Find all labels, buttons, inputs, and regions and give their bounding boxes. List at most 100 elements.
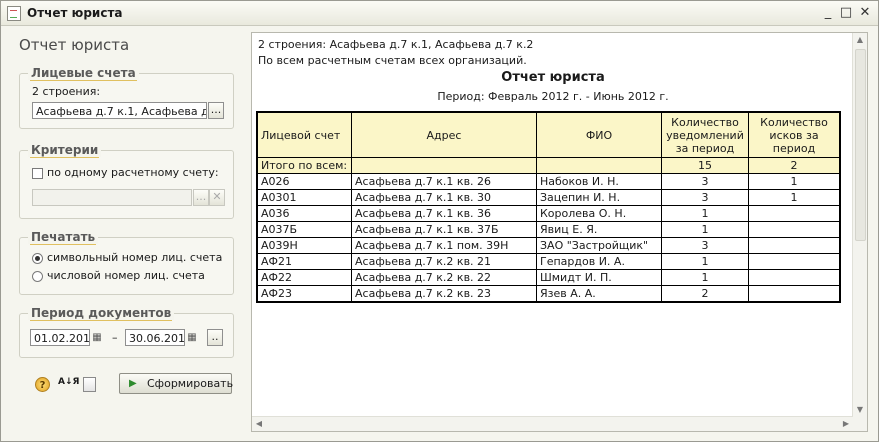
- name-cell: Шмидт И. П.: [536, 269, 662, 286]
- accounts-group: Лицевые счета 2 строения: Асафьева д.7 к…: [19, 66, 234, 129]
- criteria-group: Критерии по одному расчетному счету: ...…: [19, 143, 234, 219]
- suits-cell: 1: [748, 189, 841, 206]
- report-app-icon: [7, 6, 21, 21]
- total-suits: 2: [748, 157, 841, 174]
- scroll-down-icon[interactable]: ▼: [853, 403, 867, 417]
- accounts-select-button[interactable]: ...: [208, 102, 224, 119]
- table-body: А026 Асафьева д.7 к.1 кв. 26 Набоков И. Н.…: [256, 173, 841, 303]
- suits-cell: [748, 269, 841, 286]
- table-row: АФ21 Асафьева д.7 к.2 кв. 21 Гепардов И. А…: [256, 253, 841, 270]
- account-cell: АФ23: [256, 285, 352, 303]
- play-icon: ▶: [129, 378, 137, 389]
- date-from-calendar-icon[interactable]: ▦: [90, 329, 104, 346]
- accounts-field[interactable]: Асафьева д.7 к.1, Асафьева д.7 к: [32, 102, 207, 119]
- address-cell: Асафьева д.7 к.2 кв. 23: [351, 285, 537, 303]
- table-row: АФ22 Асафьева д.7 к.2 кв. 22 Шмидт И. П. 1: [256, 269, 841, 286]
- address-cell: Асафьева д.7 к.2 кв. 22: [351, 269, 537, 286]
- notices-cell: 3: [661, 173, 749, 190]
- address-cell: Асафьева д.7 к.1 кв. 37Б: [351, 221, 537, 238]
- close-button[interactable]: ✕: [856, 4, 874, 21]
- address-cell: Асафьева д.7 к.1 пом. 39Н: [351, 237, 537, 254]
- notices-cell: 1: [661, 269, 749, 286]
- notices-cell: 3: [661, 237, 749, 254]
- horizontal-scrollbar[interactable]: ◀ ▶: [252, 416, 853, 431]
- account-cell: А037Б: [256, 221, 352, 238]
- total-empty-cell: [351, 157, 537, 174]
- window: Отчет юриста _ □ ✕ Отчет юриста Лицевые …: [0, 0, 879, 442]
- minimize-button[interactable]: _: [819, 4, 837, 21]
- total-row: Итого по всем: 15 2: [256, 157, 841, 174]
- table-row: А039Н Асафьева д.7 к.1 пом. 39Н ЗАО "Застр…: [256, 237, 841, 254]
- maximize-button[interactable]: □: [837, 4, 855, 21]
- table-header-row: Лицевой счет Адрес ФИО Количество уведом…: [256, 111, 841, 158]
- header-suits: Количество исков за период: [748, 111, 841, 158]
- accounts-legend: Лицевые счета: [28, 66, 139, 81]
- name-cell: Явиц Е. Я.: [536, 221, 662, 238]
- period-group: Период документов 01.02.2012 ▦ – 30.06.2…: [19, 306, 234, 358]
- report-period: Период: Февраль 2012 г. - Июнь 2012 г.: [437, 90, 669, 103]
- name-cell: Зацепин И. Н.: [536, 189, 662, 206]
- document-icon[interactable]: [83, 377, 96, 392]
- table-row: А036 Асафьева д.7 к.1 кв. 36 Королева О. Н…: [256, 205, 841, 222]
- notices-cell: 1: [661, 253, 749, 270]
- date-to-calendar-icon[interactable]: ▦: [185, 329, 199, 346]
- address-cell: Асафьева д.7 к.1 кв. 30: [351, 189, 537, 206]
- numeric-number-radio[interactable]: [32, 271, 43, 282]
- vertical-scrollbar[interactable]: ▲ ▼: [852, 33, 867, 417]
- print-legend: Печатать: [28, 230, 99, 245]
- single-account-checkbox[interactable]: [32, 168, 43, 179]
- notices-cell: 3: [661, 189, 749, 206]
- report-table: Лицевой счет Адрес ФИО Количество уведом…: [256, 111, 841, 303]
- suits-cell: [748, 237, 841, 254]
- account-cell: АФ22: [256, 269, 352, 286]
- notices-cell: 1: [661, 221, 749, 238]
- report-area: 2 строения: Асафьева д.7 к.1, Асафьева д…: [251, 32, 868, 432]
- account-select-button[interactable]: ...: [193, 189, 209, 206]
- name-cell: Гепардов И. А.: [536, 253, 662, 270]
- vertical-scroll-thumb[interactable]: [855, 49, 866, 241]
- account-cell: А036: [256, 205, 352, 222]
- help-icon[interactable]: ?: [35, 377, 50, 392]
- scroll-right-icon[interactable]: ▶: [839, 417, 853, 431]
- account-cell: А0301: [256, 189, 352, 206]
- period-select-button[interactable]: ..: [207, 329, 223, 346]
- symbolic-number-radio[interactable]: [32, 253, 43, 264]
- suits-cell: [748, 253, 841, 270]
- sort-icon[interactable]: А↓Я: [58, 377, 79, 387]
- table-row: А037Б Асафьева д.7 к.1 кв. 37Б Явиц Е. Я. 1: [256, 221, 841, 238]
- scroll-up-icon[interactable]: ▲: [853, 33, 867, 47]
- single-account-label: по одному расчетному счету:: [47, 166, 219, 179]
- generate-label: Сформировать: [147, 377, 234, 390]
- suits-cell: [748, 285, 841, 303]
- account-cell: АФ21: [256, 253, 352, 270]
- date-to-field[interactable]: 30.06.2012: [125, 329, 185, 346]
- account-cell: А039Н: [256, 237, 352, 254]
- table-row: АФ23 Асафьева д.7 к.2 кв. 23 Язев А. А. 2: [256, 285, 841, 303]
- account-field[interactable]: [32, 189, 192, 206]
- generate-button[interactable]: ▶ Сформировать: [119, 373, 234, 394]
- name-cell: Язев А. А.: [536, 285, 662, 303]
- accounts-subtitle: 2 строения:: [32, 85, 101, 98]
- suits-cell: [748, 205, 841, 222]
- suits-cell: [748, 221, 841, 238]
- report-scope-line: По всем расчетным счетам всех организаци…: [258, 54, 527, 67]
- suits-cell: 1: [748, 173, 841, 190]
- notices-cell: 2: [661, 285, 749, 303]
- period-dash: –: [112, 331, 118, 344]
- report-buildings-line: 2 строения: Асафьева д.7 к.1, Асафьева д…: [258, 38, 534, 51]
- address-cell: Асафьева д.7 к.1 кв. 36: [351, 205, 537, 222]
- scroll-corner: [853, 417, 867, 431]
- header-account: Лицевой счет: [256, 111, 352, 158]
- address-cell: Асафьева д.7 к.1 кв. 26: [351, 173, 537, 190]
- scroll-left-icon[interactable]: ◀: [252, 417, 266, 431]
- page-title: Отчет юриста: [19, 36, 130, 54]
- settings-panel: Отчет юриста Лицевые счета 2 строения: А…: [1, 26, 245, 441]
- header-name: ФИО: [536, 111, 662, 158]
- table-row: А026 Асафьева д.7 к.1 кв. 26 Набоков И. Н.…: [256, 173, 841, 190]
- name-cell: Королева О. Н.: [536, 205, 662, 222]
- account-clear-button[interactable]: ✕: [209, 189, 225, 206]
- total-label: Итого по всем:: [256, 157, 352, 174]
- header-address: Адрес: [351, 111, 537, 158]
- account-cell: А026: [256, 173, 352, 190]
- date-from-field[interactable]: 01.02.2012: [30, 329, 90, 346]
